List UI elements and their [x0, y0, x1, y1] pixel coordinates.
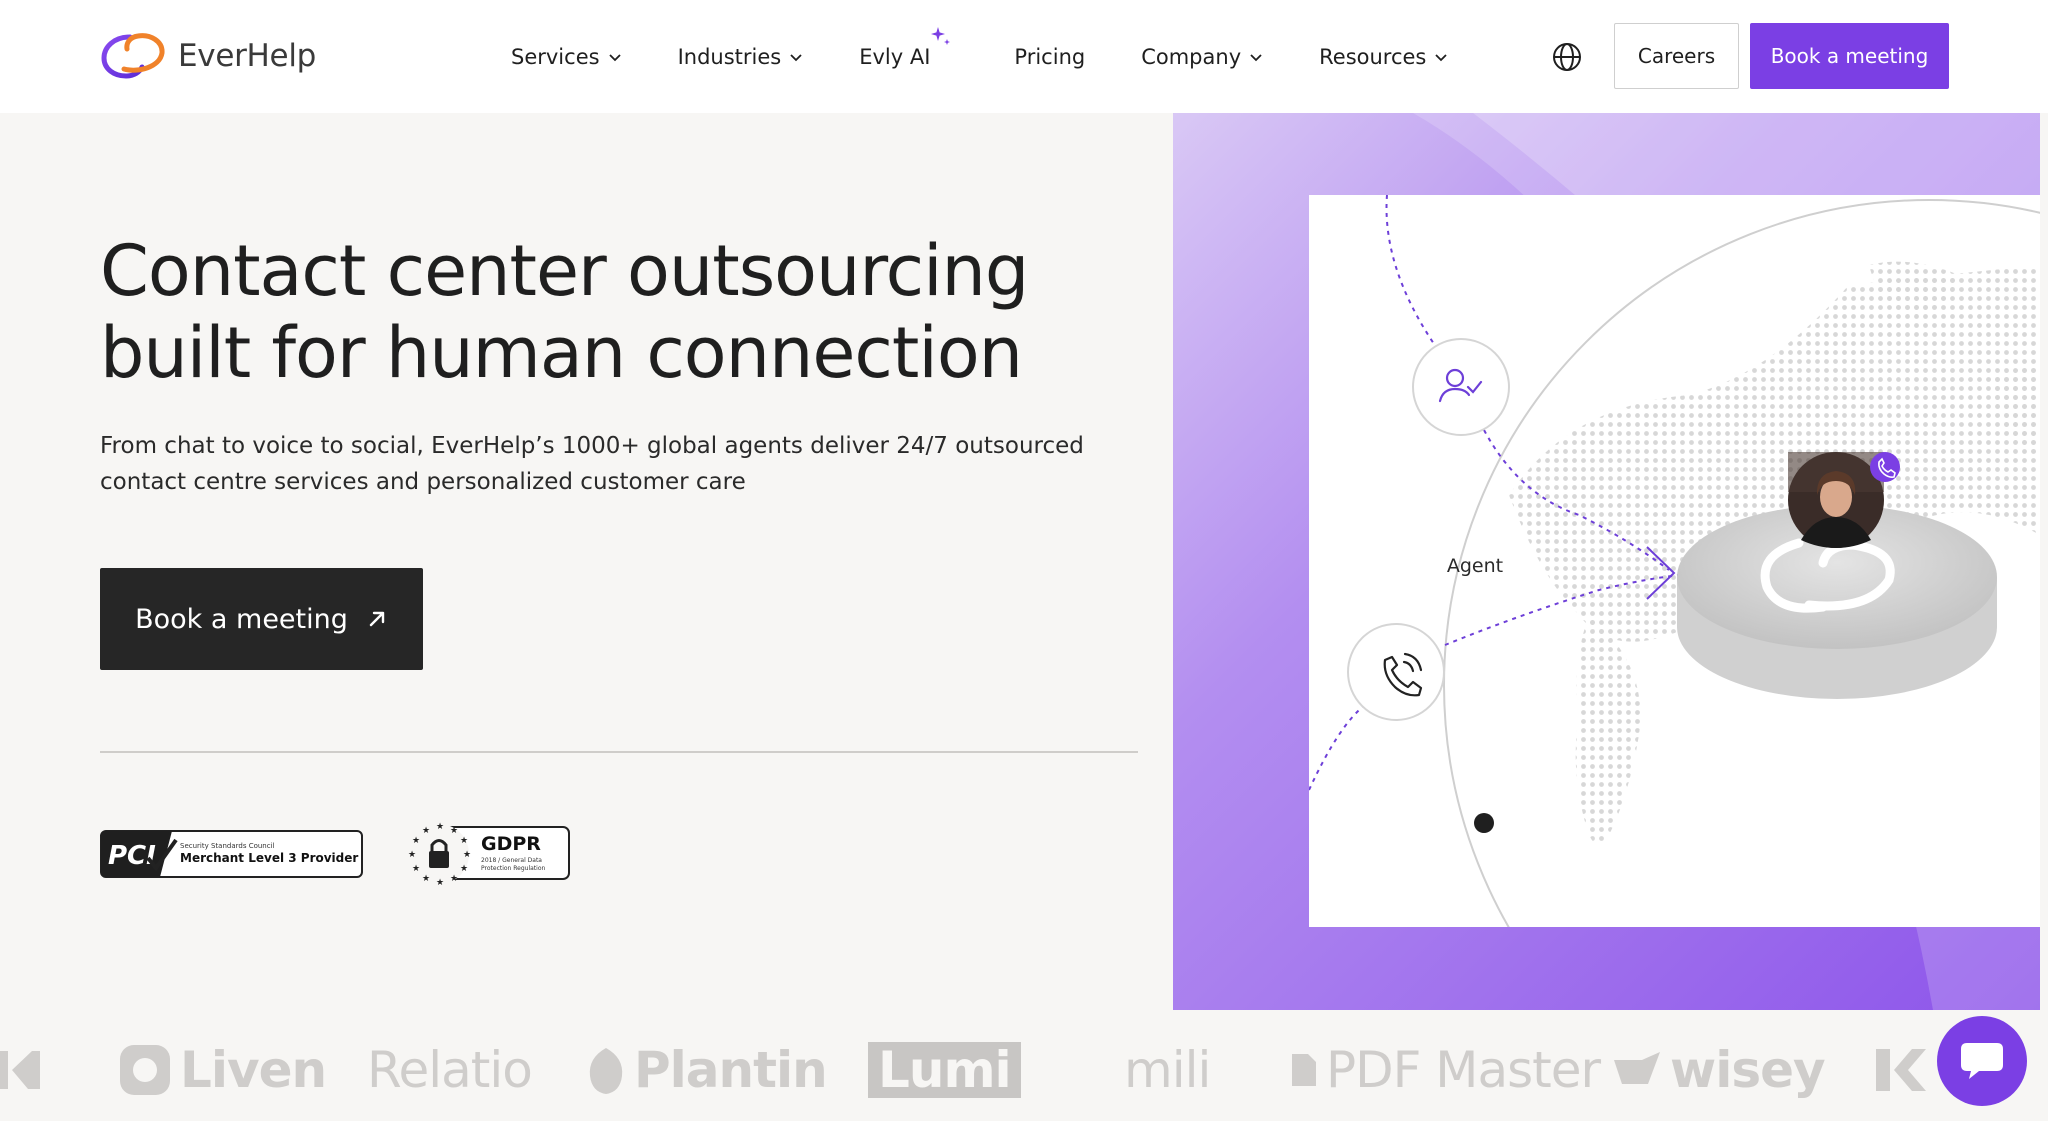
nav-company-label: Company: [1141, 44, 1242, 69]
globe-icon[interactable]: [1550, 40, 1584, 74]
phone-node: [1347, 623, 1445, 721]
chevron-down-icon: [1435, 53, 1448, 61]
call-badge: [1870, 452, 1900, 482]
hero-subtitle: From chat to voice to social, EverHelp’s…: [100, 433, 1084, 495]
svg-text:★: ★: [408, 850, 416, 860]
chevron-down-icon: [608, 53, 621, 61]
pci-line2: Merchant Level 3 Provider: [180, 851, 358, 865]
client-logo-lumi: Lumi: [868, 1040, 1021, 1100]
nav-evly-ai[interactable]: Evly AI: [859, 26, 951, 69]
network-card: Agent: [1309, 195, 2040, 927]
sparkle-icon: [931, 26, 951, 45]
main-nav: Services Industries Evly AI Pricing Comp…: [511, 0, 1504, 113]
plantin-icon: [589, 1048, 623, 1094]
svg-text:★: ★: [463, 850, 471, 860]
client-logo-strip: Liven Relatio Plantin Lumi mili PDF Mast…: [0, 1010, 2048, 1121]
client-logo-mili: mili: [1124, 1040, 1211, 1100]
avatar: [1788, 452, 1884, 548]
svg-text:★: ★: [412, 836, 420, 846]
chat-bubble-icon: [1961, 1043, 2003, 1079]
svg-text:★: ★: [450, 826, 458, 836]
hero-title-line2: built for human connection: [100, 312, 1023, 394]
client-name-wisey: wisey: [1670, 1041, 1826, 1099]
liven-icon: [120, 1045, 170, 1095]
nav-resources-label: Resources: [1319, 44, 1427, 69]
agent-label: Agent: [1446, 555, 1504, 577]
chat-widget-button[interactable]: [1937, 1016, 2027, 1106]
svg-text:★: ★: [460, 836, 468, 846]
gdpr-line2: Protection Regulation: [481, 865, 545, 872]
client-logo-partial-left: [0, 1040, 40, 1100]
client-name-plantin: Plantin: [634, 1041, 828, 1099]
partial-logo-icon: [0, 1051, 40, 1089]
nav-pricing-label: Pricing: [1014, 44, 1086, 69]
location-dot: [1474, 813, 1494, 833]
svg-text:★: ★: [422, 874, 430, 884]
client-name-pdf-master: PDF Master: [1326, 1041, 1601, 1099]
svg-text:★: ★: [436, 878, 444, 888]
book-meeting-nav-button[interactable]: Book a meeting: [1750, 23, 1949, 89]
svg-text:★: ★: [450, 874, 458, 884]
pci-mark: PCI: [108, 841, 156, 871]
chevron-down-icon: [1250, 53, 1262, 61]
client-logo-wisey: wisey: [1612, 1040, 1826, 1100]
pdf-file-icon: [1292, 1054, 1316, 1086]
pci-line1: Security Standards Council: [180, 842, 275, 850]
svg-text:★: ★: [436, 822, 444, 832]
book-meeting-hero-button[interactable]: Book a meeting: [100, 568, 423, 670]
pci-badge: PCI Security Standards Council Merchant …: [100, 830, 363, 878]
nav-pricing[interactable]: Pricing: [1014, 45, 1085, 69]
partial-logo-icon: [1876, 1049, 1926, 1091]
nav-industries-label: Industries: [677, 44, 782, 69]
nav-resources[interactable]: Resources: [1319, 45, 1448, 69]
agent-node: [1412, 338, 1510, 436]
network-diagram: [1309, 195, 2040, 927]
hero-title-line1: Contact center outsourcing: [100, 230, 1029, 312]
hero-illustration: Agent: [1173, 113, 2040, 1010]
everhelp-logo[interactable]: EverHelp: [100, 31, 316, 81]
client-logo-partial-right: [1872, 1040, 1942, 1100]
careers-button[interactable]: Careers: [1614, 23, 1739, 89]
top-navbar: EverHelp Services Industries Evly AI Pri…: [0, 0, 2048, 113]
nav-services-label: Services: [511, 44, 600, 69]
svg-text:★: ★: [422, 826, 430, 836]
nav-industries[interactable]: Industries: [678, 45, 804, 69]
client-logo-liven: Liven: [118, 1040, 327, 1100]
hero-divider: [100, 751, 1138, 753]
client-name-lumi: Lumi: [868, 1041, 1021, 1099]
nav-evly-ai-label: Evly AI: [859, 44, 931, 69]
logo-wordmark: EverHelp: [178, 38, 317, 74]
wisey-icon: [1614, 1052, 1660, 1084]
gdpr-title: GDPR: [481, 833, 541, 855]
client-logo-plantin: Plantin: [586, 1040, 828, 1100]
client-logo-relatio: Relatio: [367, 1040, 533, 1100]
client-name-liven: Liven: [180, 1041, 327, 1099]
chevron-down-icon: [790, 53, 802, 61]
arrow-up-right-icon: [369, 611, 385, 627]
svg-text:★: ★: [460, 864, 468, 874]
gdpr-line1: 2018 / General Data: [481, 857, 542, 864]
gdpr-badge: ★ ★★ ★★★ ★★★ ★★★ GDPR 2018 / General Data…: [408, 822, 570, 888]
svg-text:★: ★: [412, 864, 420, 874]
nav-services[interactable]: Services: [511, 45, 622, 69]
client-name-relatio: Relatio: [367, 1041, 533, 1099]
nav-company[interactable]: Company: [1141, 45, 1263, 69]
hero-title: Contact center outsourcing built for hum…: [100, 230, 1160, 394]
everhelp-logo-icon: [101, 33, 165, 79]
hero-cta-label: Book a meeting: [135, 603, 348, 635]
client-name-mili: mili: [1124, 1041, 1211, 1099]
client-logo-pdf-master: PDF Master: [1290, 1040, 1601, 1100]
